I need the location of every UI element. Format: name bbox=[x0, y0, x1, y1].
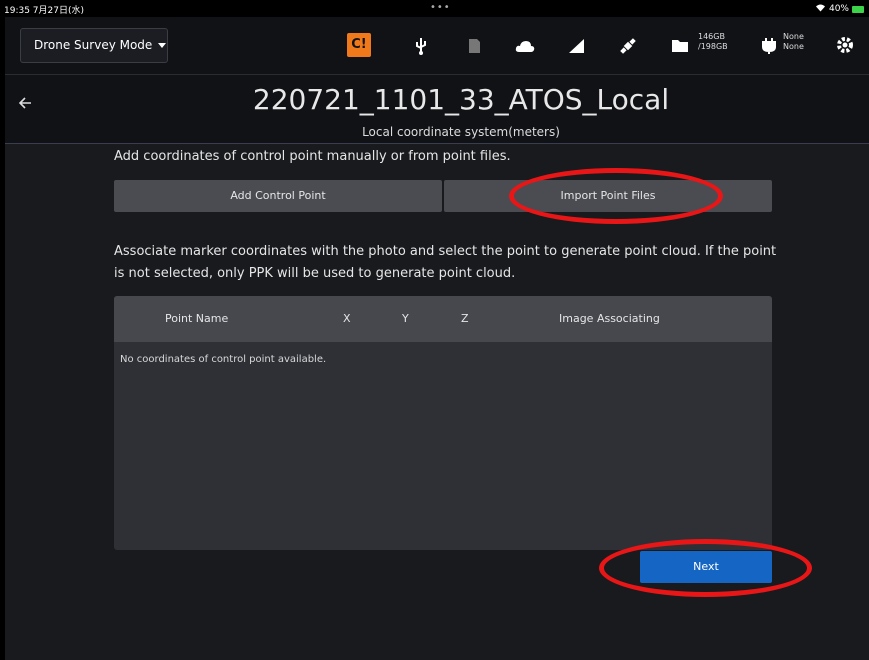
warning-icon[interactable]: C! bbox=[347, 33, 371, 57]
highlight-ring-import bbox=[509, 168, 723, 224]
folder-icon[interactable] bbox=[670, 36, 690, 56]
status-time: 19:35 7月27日(水) bbox=[4, 6, 84, 16]
storage-used: 146GB bbox=[698, 32, 725, 41]
mode-dropdown-label: Drone Survey Mode bbox=[34, 38, 153, 52]
multitask-dots[interactable]: ••• bbox=[430, 2, 451, 13]
power-readout: None None bbox=[783, 32, 804, 52]
column-header-y[interactable]: Y bbox=[402, 312, 409, 325]
battery-icon bbox=[852, 5, 864, 13]
plug-icon[interactable] bbox=[760, 36, 780, 56]
mode-dropdown[interactable]: Drone Survey Mode bbox=[20, 28, 168, 63]
column-header-z[interactable]: Z bbox=[461, 312, 469, 325]
page-header: 220721_1101_33_ATOS_Local Local coordina… bbox=[5, 74, 869, 145]
storage-readout: 146GB /198GB bbox=[698, 32, 728, 52]
wifi-icon bbox=[815, 3, 826, 15]
instruction-text-associate: Associate marker coordinates with the ph… bbox=[114, 244, 777, 281]
storage-total: /198GB bbox=[698, 42, 728, 51]
caret-down-icon bbox=[158, 43, 167, 48]
cloud-icon[interactable] bbox=[514, 36, 535, 56]
table-header: Point Name X Y Z Image Associating bbox=[114, 296, 772, 342]
column-header-x[interactable]: X bbox=[343, 312, 351, 325]
highlight-ring-next bbox=[599, 539, 812, 597]
add-control-point-button[interactable]: Add Control Point bbox=[114, 180, 442, 212]
usb-icon[interactable] bbox=[411, 36, 431, 56]
sd-card-icon[interactable] bbox=[464, 36, 484, 56]
power-line-2: None bbox=[783, 42, 804, 51]
control-point-table: Point Name X Y Z Image Associating No co… bbox=[114, 296, 772, 550]
empty-table-message: No coordinates of control point availabl… bbox=[120, 354, 327, 365]
satellite-icon[interactable] bbox=[618, 36, 638, 56]
gear-icon[interactable] bbox=[836, 36, 856, 56]
page-title: 220721_1101_33_ATOS_Local bbox=[252, 83, 670, 116]
instruction-text-add: Add coordinates of control point manuall… bbox=[114, 149, 511, 164]
power-line-1: None bbox=[783, 32, 804, 41]
page-subtitle: Local coordinate system(meters) bbox=[362, 125, 560, 139]
signal-icon[interactable] bbox=[567, 36, 587, 56]
status-bar: 19:35 7月27日(水) ••• 40% bbox=[0, 0, 869, 17]
battery-percent: 40% bbox=[828, 4, 849, 14]
column-header-point-name[interactable]: Point Name bbox=[165, 312, 228, 325]
column-header-image-associating[interactable]: Image Associating bbox=[559, 312, 660, 325]
